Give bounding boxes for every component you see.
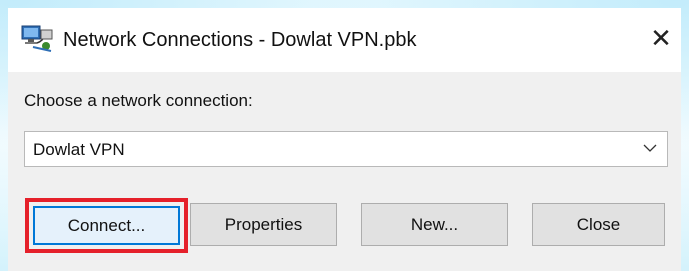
connect-button-highlight: Connect... bbox=[25, 198, 188, 253]
chevron-down-icon[interactable] bbox=[643, 143, 657, 153]
network-connections-icon bbox=[21, 25, 53, 52]
close-icon[interactable]: ✕ bbox=[645, 22, 677, 54]
new-button[interactable]: New... bbox=[361, 203, 508, 246]
choose-connection-label: Choose a network connection: bbox=[24, 91, 253, 110]
connect-button[interactable]: Connect... bbox=[33, 206, 180, 245]
connection-dropdown[interactable]: Dowlat VPN bbox=[24, 131, 668, 167]
network-connections-dialog: Network Connections - Dowlat VPN.pbk ✕ C… bbox=[8, 8, 681, 271]
close-button[interactable]: Close bbox=[532, 203, 665, 246]
window-title: Network Connections - Dowlat VPN.pbk bbox=[63, 29, 417, 51]
title-bar[interactable]: Network Connections - Dowlat VPN.pbk ✕ bbox=[8, 8, 681, 72]
properties-button[interactable]: Properties bbox=[190, 203, 337, 246]
connection-dropdown-value: Dowlat VPN bbox=[33, 140, 125, 159]
